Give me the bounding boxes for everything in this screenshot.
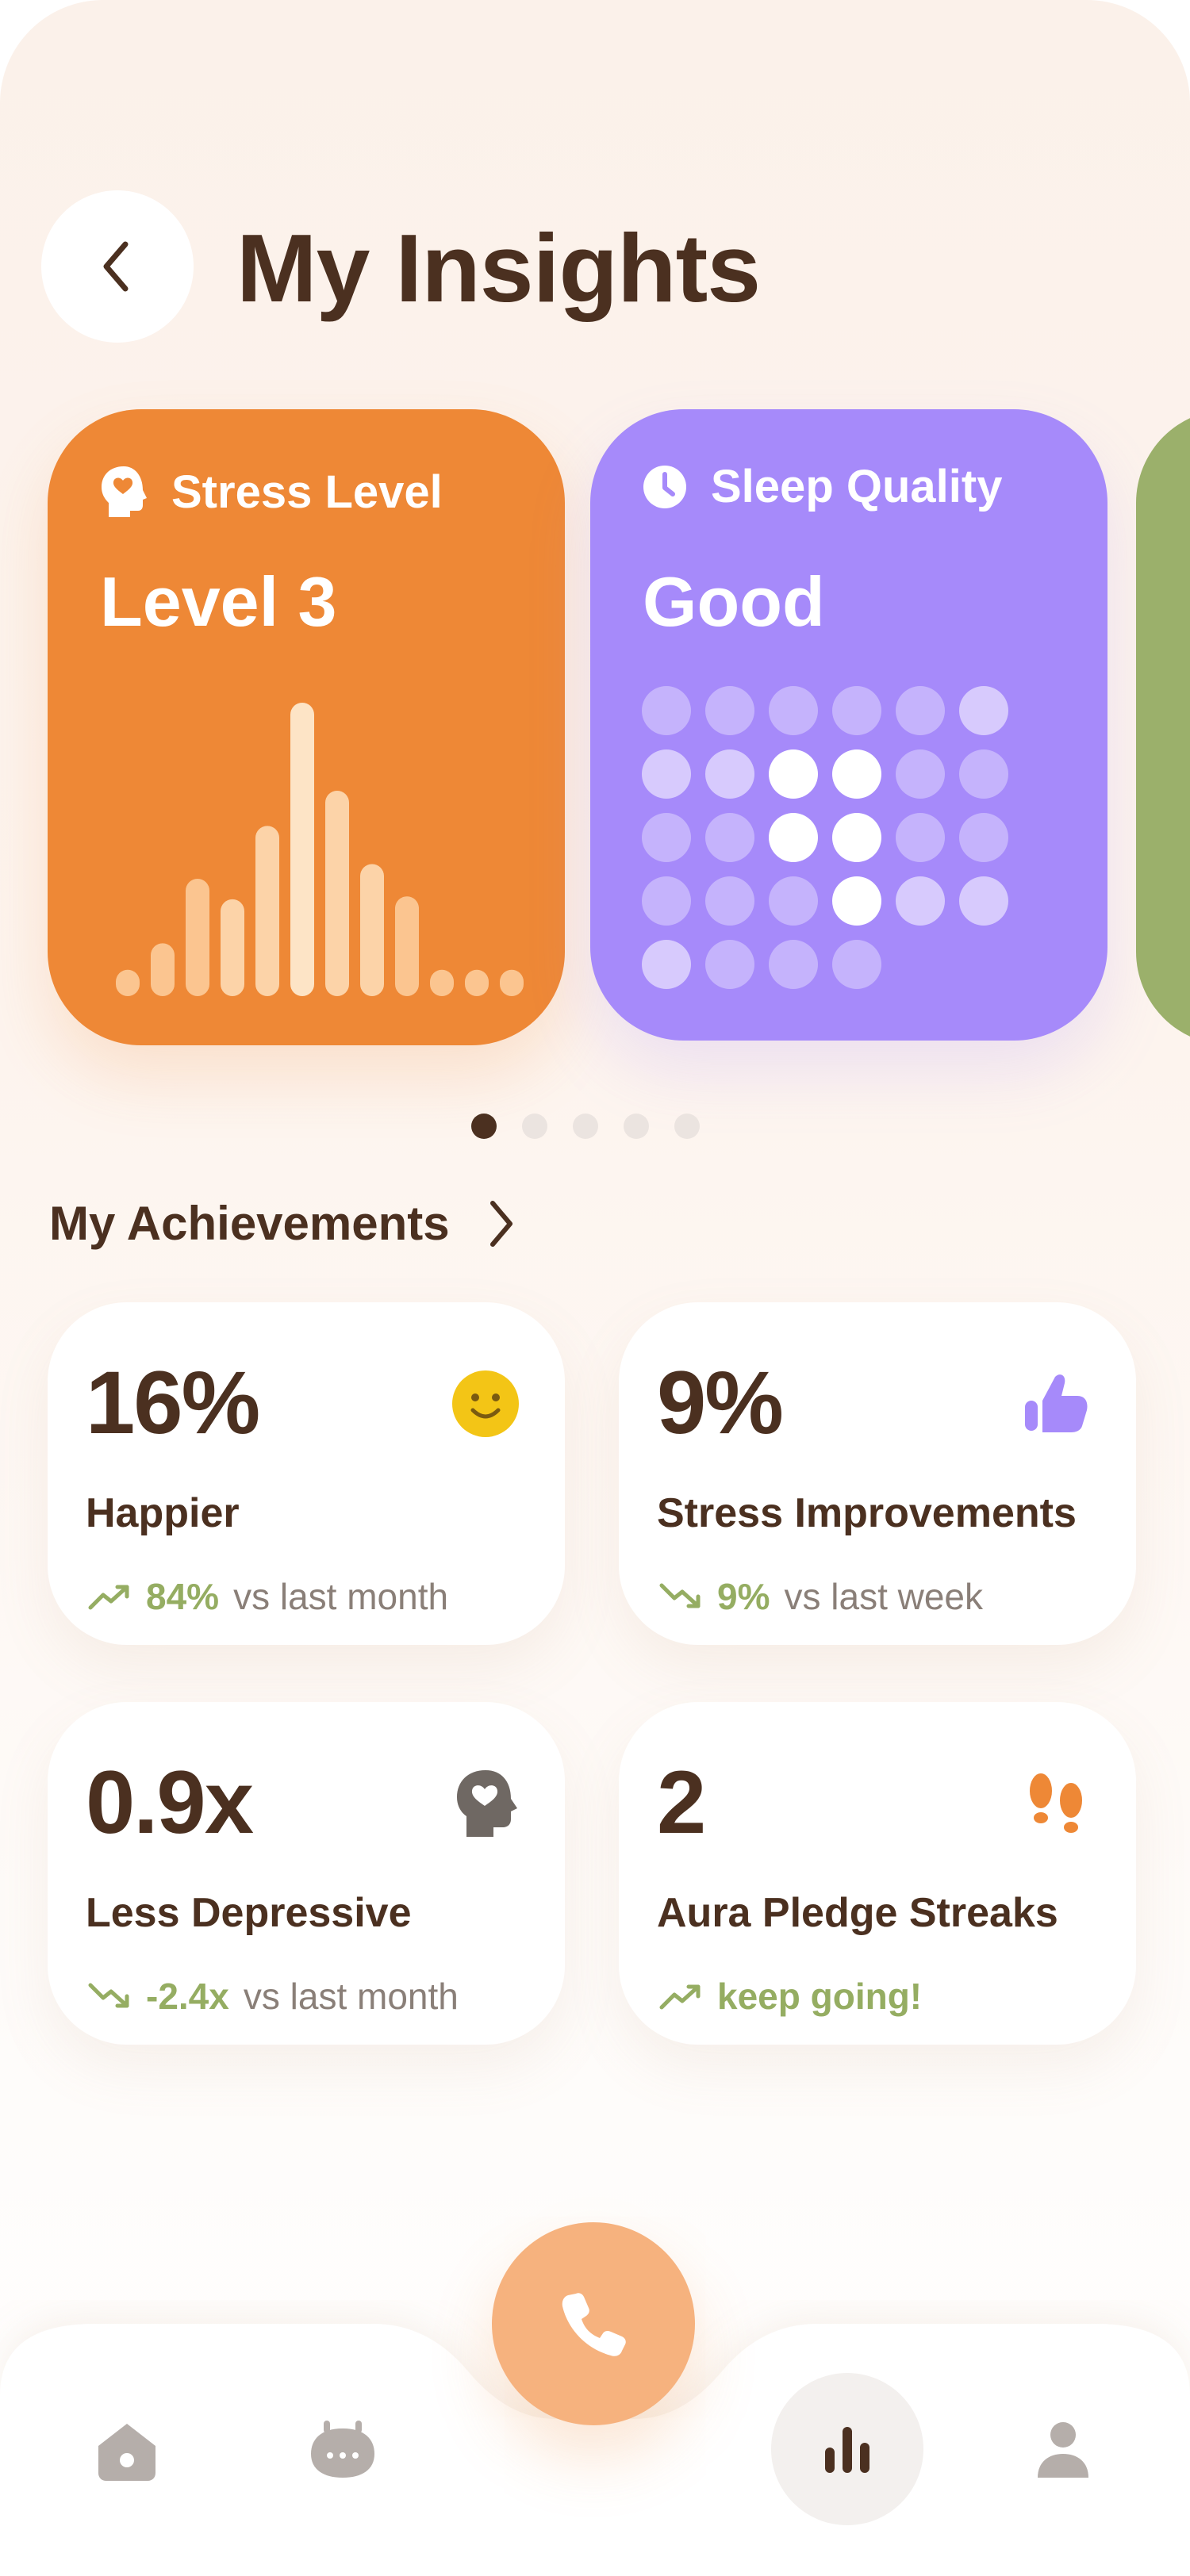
trend-text: vs last month: [243, 1976, 459, 2017]
achievement-card-happier[interactable]: 16% Happier 84% vs last month: [48, 1302, 565, 1645]
trend-text: vs last week: [784, 1576, 984, 1617]
trend-down-icon: [88, 1983, 129, 2008]
stress-bar: [151, 943, 175, 996]
nav-home[interactable]: [87, 2411, 167, 2490]
sleep-dot: [832, 749, 881, 799]
trend-value: 9%: [717, 1576, 770, 1617]
achievement-label: Less Depressive: [86, 1890, 412, 1936]
stress-bar: [325, 791, 349, 996]
nav-insights[interactable]: [771, 2373, 923, 2525]
insights-screen: My Insights Stress Level Level 3 Sleep Q…: [0, 0, 1190, 2576]
achievement-trend: 9% vs last week: [658, 1575, 983, 1618]
nav-profile[interactable]: [1023, 2411, 1103, 2490]
stress-bar: [255, 826, 279, 996]
sleep-dot: [769, 686, 818, 735]
achievement-card-depressive[interactable]: 0.9x Less Depressive -2.4x vs last month: [48, 1702, 565, 2045]
sleep-dot: [642, 749, 691, 799]
stress-bar: [290, 703, 314, 996]
sleep-dot: [832, 876, 881, 926]
stress-bar: [360, 864, 384, 996]
sleep-dot: [705, 749, 754, 799]
chevron-left-icon: [103, 241, 129, 292]
insight-card-3[interactable]: [1136, 409, 1190, 1045]
head-heart-icon: [457, 1770, 517, 1837]
page-title: My Insights: [236, 214, 761, 322]
pager-dot[interactable]: [624, 1114, 649, 1139]
sleep-dot: [896, 749, 945, 799]
sleep-dot: [769, 813, 818, 862]
stress-bar: [116, 969, 140, 996]
sleep-dot: [705, 940, 754, 989]
achievement-card-streaks[interactable]: 2 Aura Pledge Streaks keep going!: [619, 1702, 1136, 2045]
achievement-label: Happier: [86, 1490, 240, 1536]
carousel-pagination: [471, 1114, 700, 1139]
trend-down-icon: [659, 1583, 701, 1608]
section-title: My Achievements: [49, 1197, 450, 1250]
trend-value: 84%: [146, 1576, 220, 1617]
stress-bar: [395, 896, 419, 996]
thumbs-up-icon: [1025, 1374, 1088, 1432]
sleep-dot: [959, 813, 1008, 862]
sleep-dot: [896, 876, 945, 926]
achievement-value: 9%: [657, 1353, 784, 1452]
home-icon: [98, 2424, 155, 2481]
pager-dot[interactable]: [573, 1114, 598, 1139]
stress-bar: [221, 899, 244, 996]
sleep-dot: [832, 940, 881, 989]
trend-text: vs last month: [233, 1576, 449, 1617]
back-button[interactable]: [41, 190, 194, 343]
sleep-dot: [642, 813, 691, 862]
sleep-dot: [705, 686, 754, 735]
achievement-card-stress[interactable]: 9% Stress Improvements 9% vs last week: [619, 1302, 1136, 1645]
pager-dot[interactable]: [522, 1114, 547, 1139]
trend-value: keep going!: [717, 1976, 923, 2017]
stress-bar: [186, 879, 209, 996]
nav-assistant[interactable]: [303, 2411, 382, 2490]
sleep-dot-grid: [642, 686, 1008, 989]
sleep-dot: [832, 686, 881, 735]
chart-icon: [825, 2427, 869, 2473]
chevron-right-icon: [489, 1200, 512, 1247]
call-button[interactable]: [492, 2222, 695, 2425]
sleep-dot: [769, 749, 818, 799]
achievement-trend: -2.4x vs last month: [87, 1975, 459, 2018]
sleep-dot: [642, 876, 691, 926]
sleep-dot: [705, 813, 754, 862]
achievements-header[interactable]: My Achievements: [49, 1196, 516, 1251]
achievement-label: Stress Improvements: [657, 1490, 1077, 1536]
sleep-dot: [642, 686, 691, 735]
sleep-dot: [642, 940, 691, 989]
stress-bar: [465, 969, 489, 996]
stress-bar: [500, 969, 524, 996]
sleep-dot: [896, 813, 945, 862]
sleep-quality-card[interactable]: Sleep Quality Good: [590, 409, 1107, 1041]
profile-icon: [1038, 2422, 1088, 2478]
smiley-icon: [452, 1370, 519, 1437]
stress-bar: [430, 969, 454, 996]
stress-bar-chart: [116, 703, 524, 996]
sleep-dot: [896, 686, 945, 735]
sleep-dot: [769, 940, 818, 989]
pager-dot[interactable]: [471, 1114, 497, 1139]
achievement-value: 2: [657, 1753, 706, 1852]
trend-up-icon: [659, 1984, 701, 2010]
stress-level-card[interactable]: Stress Level Level 3: [48, 409, 565, 1045]
achievement-trend: keep going!: [658, 1975, 922, 2018]
sleep-dot: [705, 876, 754, 926]
achievement-value: 16%: [86, 1353, 260, 1452]
achievement-label: Aura Pledge Streaks: [657, 1890, 1058, 1936]
trend-up-icon: [88, 1585, 129, 1610]
robot-icon: [311, 2421, 374, 2478]
footprints-icon: [1030, 1773, 1082, 1833]
sleep-dot: [959, 749, 1008, 799]
sleep-dot: [959, 686, 1008, 735]
achievement-trend: 84% vs last month: [87, 1575, 448, 1618]
pager-dot[interactable]: [674, 1114, 700, 1139]
sleep-dot: [832, 813, 881, 862]
trend-value: -2.4x: [146, 1976, 229, 2017]
call-icon: [562, 2293, 626, 2356]
achievement-value: 0.9x: [86, 1753, 254, 1852]
sleep-dot: [959, 876, 1008, 926]
sleep-dot: [769, 876, 818, 926]
